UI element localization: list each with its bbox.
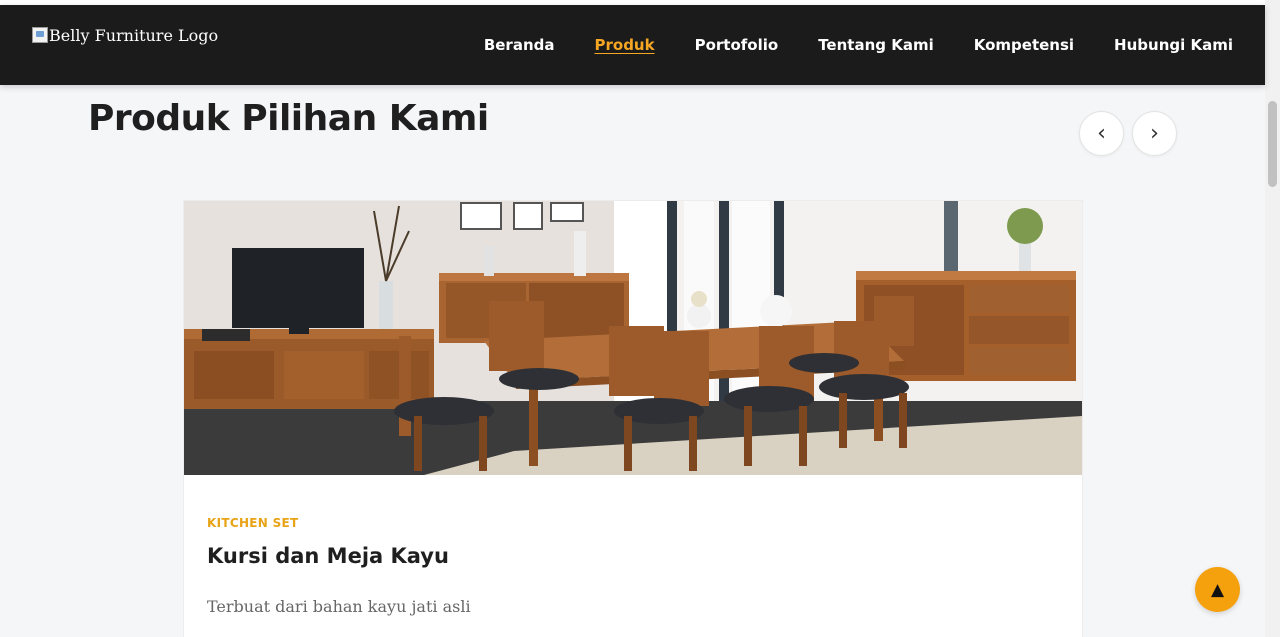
product-image — [184, 201, 1082, 475]
product-card[interactable]: KITCHEN SET Kursi dan Meja Kayu Terbuat … — [183, 200, 1083, 637]
scroll-to-top-button[interactable]: ▲ — [1195, 567, 1240, 612]
carousel-prev-button[interactable]: ‹ — [1079, 111, 1124, 156]
broken-image-icon — [32, 27, 48, 43]
chevron-right-icon: › — [1150, 121, 1159, 146]
scrollbar-thumb[interactable] — [1268, 101, 1277, 187]
chevron-left-icon: ‹ — [1097, 121, 1106, 146]
nav-hubungi-kami[interactable]: Hubungi Kami — [1114, 36, 1233, 54]
product-description: Terbuat dari bahan kayu jati asli — [207, 597, 471, 616]
nav-tentang-kami[interactable]: Tentang Kami — [818, 36, 934, 54]
section-title: Produk Pilihan Kami — [88, 98, 489, 139]
nav-produk[interactable]: Produk — [595, 36, 655, 54]
page-scrollbar[interactable] — [1265, 0, 1280, 637]
nav-kompetensi[interactable]: Kompetensi — [974, 36, 1074, 54]
logo-alt-text: Belly Furniture Logo — [49, 26, 219, 45]
main-nav: Beranda Produk Portofolio Tentang Kami K… — [484, 5, 1233, 85]
nav-portofolio[interactable]: Portofolio — [695, 36, 779, 54]
arrow-up-icon: ▲ — [1210, 579, 1225, 600]
carousel-next-button[interactable]: › — [1132, 111, 1177, 156]
logo[interactable]: Belly Furniture Logo — [32, 26, 218, 45]
product-category: KITCHEN SET — [207, 516, 299, 530]
nav-beranda[interactable]: Beranda — [484, 36, 555, 54]
navbar: Belly Furniture Logo Beranda Produk Port… — [0, 5, 1265, 85]
product-title[interactable]: Kursi dan Meja Kayu — [207, 544, 449, 568]
